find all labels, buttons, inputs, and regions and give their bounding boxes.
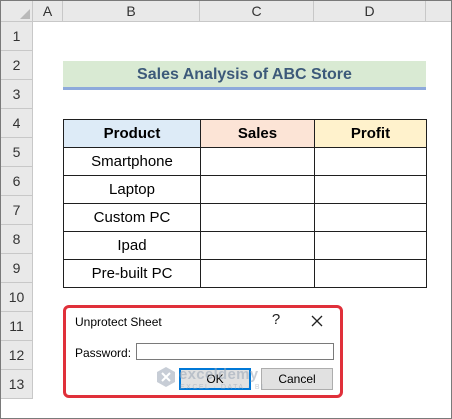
column-header-b[interactable]: B [63,1,200,22]
sales-cell[interactable] [200,203,315,232]
row-header-13[interactable]: 13 [1,370,33,399]
row-header-12[interactable]: 12 [1,341,33,370]
column-header-blank [426,1,451,22]
table-row: Smartphone [63,147,427,176]
header-profit[interactable]: Profit [314,119,427,148]
row-header-4[interactable]: 4 [1,109,33,138]
row-header-9[interactable]: 9 [1,254,33,283]
row-header-6[interactable]: 6 [1,167,33,196]
cancel-button[interactable]: Cancel [261,368,333,390]
row-header-1[interactable]: 1 [1,22,33,51]
row-header-7[interactable]: 7 [1,196,33,225]
select-all-corner[interactable] [1,1,33,22]
product-cell[interactable]: Smartphone [63,147,201,176]
dialog-title: Unprotect Sheet [75,315,162,329]
table-header-row: Product Sales Profit [63,119,427,148]
sales-cell[interactable] [200,231,315,260]
profit-cell[interactable] [314,175,427,204]
profit-cell[interactable] [314,231,427,260]
spreadsheet-window: A B C D 1 2 3 4 5 6 7 8 9 10 11 12 13 Sa… [0,0,452,419]
row-header-2[interactable]: 2 [1,51,33,80]
column-header-a[interactable]: A [33,1,63,22]
table-row: Laptop [63,175,427,204]
profit-cell[interactable] [314,147,427,176]
unprotect-sheet-dialog: Unprotect Sheet ? Password: OK Cancel [63,305,343,398]
sales-table: Product Sales Profit Smartphone Laptop C… [63,119,427,288]
profit-cell[interactable] [314,259,427,288]
sales-cell[interactable] [200,259,315,288]
sales-cell[interactable] [200,175,315,204]
select-all-triangle-icon [20,9,30,19]
close-button[interactable] [306,311,328,331]
password-field[interactable] [136,343,334,360]
sales-cell[interactable] [200,147,315,176]
product-cell[interactable]: Pre-built PC [63,259,201,288]
product-cell[interactable]: Custom PC [63,203,201,232]
table-row: Custom PC [63,203,427,232]
sheet-title-cell[interactable]: Sales Analysis of ABC Store [63,61,426,90]
table-row: Ipad [63,231,427,260]
product-cell[interactable]: Laptop [63,175,201,204]
column-header-d[interactable]: D [314,1,426,22]
ok-button[interactable]: OK [179,368,251,390]
profit-cell[interactable] [314,203,427,232]
column-header-c[interactable]: C [200,1,314,22]
row-header-8[interactable]: 8 [1,225,33,254]
product-cell[interactable]: Ipad [63,231,201,260]
header-product[interactable]: Product [63,119,201,148]
row-header-5[interactable]: 5 [1,138,33,167]
row-header-11[interactable]: 11 [1,312,33,341]
row-header-3[interactable]: 3 [1,80,33,109]
header-sales[interactable]: Sales [200,119,315,148]
password-label: Password: [75,346,132,360]
row-header-10[interactable]: 10 [1,283,33,312]
help-button[interactable]: ? [269,311,283,328]
table-row: Pre-built PC [63,259,427,288]
close-icon [311,315,323,327]
